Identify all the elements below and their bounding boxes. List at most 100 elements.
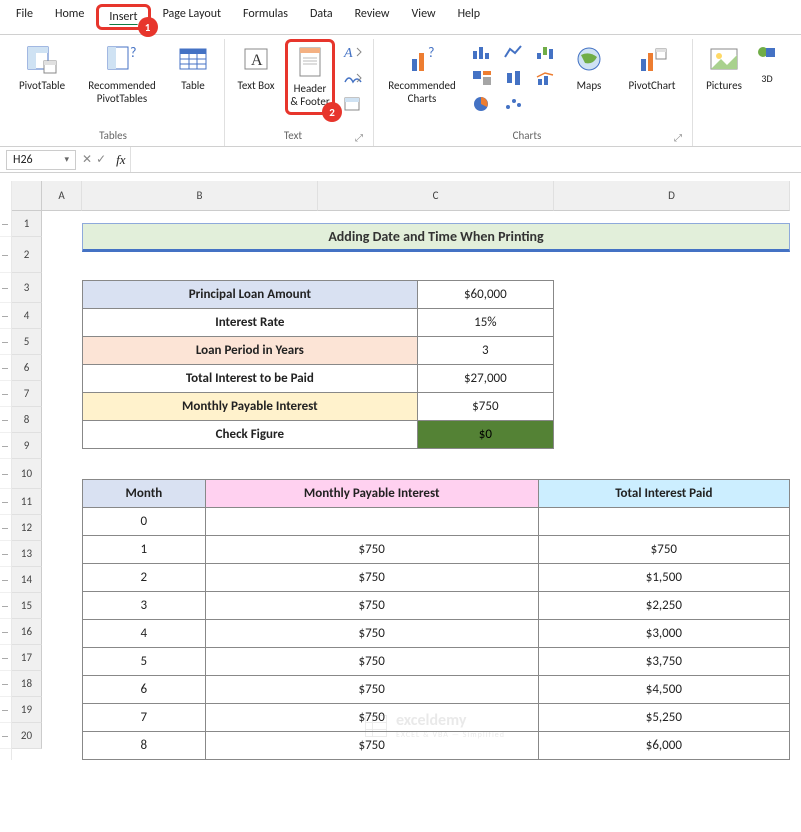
table-cell[interactable]: 4 (83, 620, 206, 648)
table-cell[interactable]: $750 (205, 592, 538, 620)
row-header-19[interactable]: 19 (12, 697, 42, 723)
combo-chart-button[interactable] (532, 67, 560, 89)
summary-label[interactable]: Principal Loan Amount (83, 281, 418, 309)
charts-launcher-icon[interactable]: ⤢ (674, 131, 686, 144)
menu-insert[interactable]: Insert1 (96, 4, 150, 30)
fx-icon[interactable]: fx (112, 152, 129, 168)
menu-home[interactable]: Home (45, 4, 94, 30)
col-header-A[interactable]: A (42, 181, 82, 211)
col-header-D[interactable]: D (554, 181, 790, 211)
table-cell[interactable]: 0 (83, 508, 206, 536)
menu-view[interactable]: View (402, 4, 446, 30)
summary-label[interactable]: Interest Rate (83, 309, 418, 337)
table-cell[interactable]: 1 (83, 536, 206, 564)
col-header-C[interactable]: C (318, 181, 554, 211)
signature-button[interactable] (339, 67, 367, 89)
table-cell[interactable]: 3 (83, 592, 206, 620)
menu-page-layout[interactable]: Page Layout (153, 4, 231, 30)
row-header-17[interactable]: 17 (12, 645, 42, 671)
text-launcher-icon[interactable]: ⤢ (355, 131, 367, 144)
pie-chart-button[interactable] (468, 93, 496, 115)
row-header-9[interactable]: 9 (12, 433, 42, 459)
menu-data[interactable]: Data (300, 4, 343, 30)
table-cell[interactable]: 7 (83, 704, 206, 732)
table-cell[interactable]: $750 (205, 564, 538, 592)
table-cell[interactable]: $3,000 (538, 620, 789, 648)
table-cell[interactable]: 5 (83, 648, 206, 676)
row-header-10[interactable]: 10 (12, 459, 42, 489)
summary-value[interactable]: $0 (417, 421, 553, 449)
hierarchy-chart-button[interactable] (468, 67, 496, 89)
table-cell[interactable]: $5,250 (538, 704, 789, 732)
row-header-16[interactable]: 16 (12, 619, 42, 645)
table-cell[interactable] (538, 508, 789, 536)
cancel-formula-icon[interactable]: ✕ (82, 152, 92, 167)
table-cell[interactable]: $750 (538, 536, 789, 564)
summary-value[interactable]: $750 (417, 393, 553, 421)
summary-label[interactable]: Total Interest to be Paid (83, 365, 418, 393)
table-header[interactable]: Total Interest Paid (538, 480, 789, 508)
table-cell[interactable] (205, 508, 538, 536)
line-chart-button[interactable] (500, 41, 528, 63)
summary-value[interactable]: 15% (417, 309, 553, 337)
col-header-B[interactable]: B (82, 181, 318, 211)
table-cell[interactable]: $750 (205, 676, 538, 704)
summary-label[interactable]: Loan Period in Years (83, 337, 418, 365)
menu-review[interactable]: Review (345, 4, 400, 30)
table-header[interactable]: Month (83, 480, 206, 508)
statistic-chart-button[interactable] (500, 67, 528, 89)
table-cell[interactable]: 8 (83, 732, 206, 760)
table-cell[interactable]: 2 (83, 564, 206, 592)
menu-file[interactable]: File (6, 4, 43, 30)
summary-value[interactable]: $60,000 (417, 281, 553, 309)
row-header-3[interactable]: 3 (12, 273, 42, 303)
shapes-button[interactable] (753, 41, 781, 63)
summary-value[interactable]: $27,000 (417, 365, 553, 393)
summary-value[interactable]: 3 (417, 337, 553, 365)
summary-label[interactable]: Monthly Payable Interest (83, 393, 418, 421)
table-cell[interactable]: $750 (205, 732, 538, 760)
table-cell[interactable]: $1,500 (538, 564, 789, 592)
row-header-1[interactable]: 1 (12, 211, 42, 237)
row-header-15[interactable]: 15 (12, 593, 42, 619)
row-header-18[interactable]: 18 (12, 671, 42, 697)
3d-models-button[interactable]: 3D (753, 67, 781, 89)
menu-formulas[interactable]: Formulas (233, 4, 298, 30)
name-box[interactable]: H26 ▾ (6, 150, 76, 170)
row-header-13[interactable]: 13 (12, 541, 42, 567)
table-cell[interactable]: $750 (205, 620, 538, 648)
waterfall-chart-button[interactable] (532, 41, 560, 63)
maps-button[interactable]: Maps (564, 39, 614, 96)
formula-bar[interactable] (130, 147, 801, 172)
row-header-4[interactable]: 4 (12, 303, 42, 329)
table-button[interactable]: Table (168, 39, 218, 96)
table-cell[interactable]: $750 (205, 704, 538, 732)
row-header-14[interactable]: 14 (12, 567, 42, 593)
table-cell[interactable]: $750 (205, 536, 538, 564)
row-header-7[interactable]: 7 (12, 381, 42, 407)
accept-formula-icon[interactable]: ✓ (96, 152, 106, 167)
recommended-charts-button[interactable]: ? Recommended Charts (380, 39, 464, 109)
table-cell[interactable]: $6,000 (538, 732, 789, 760)
table-cell[interactable]: $750 (205, 648, 538, 676)
table-header[interactable]: Monthly Payable Interest (205, 480, 538, 508)
pictures-button[interactable]: Pictures (699, 39, 749, 96)
object-button[interactable] (339, 93, 367, 115)
row-header-8[interactable]: 8 (12, 407, 42, 433)
row-header-6[interactable]: 6 (12, 355, 42, 381)
table-cell[interactable]: $2,250 (538, 592, 789, 620)
row-header-11[interactable]: 11 (12, 489, 42, 515)
row-header-12[interactable]: 12 (12, 515, 42, 541)
table-cell[interactable]: 6 (83, 676, 206, 704)
row-header-5[interactable]: 5 (12, 329, 42, 355)
name-box-dropdown-icon[interactable]: ▾ (64, 154, 69, 165)
pivotchart-button[interactable]: PivotChart (618, 39, 686, 96)
column-chart-button[interactable] (468, 41, 496, 63)
recommended-pivot-button[interactable]: ? Recommended PivotTables (80, 39, 164, 109)
menu-help[interactable]: Help (448, 4, 491, 30)
table-cell[interactable]: $3,750 (538, 648, 789, 676)
summary-label[interactable]: Check Figure (83, 421, 418, 449)
row-header-20[interactable]: 20 (12, 723, 42, 749)
pivottable-button[interactable]: PivotTable (8, 39, 76, 96)
textbox-button[interactable]: A Text Box (231, 39, 281, 96)
